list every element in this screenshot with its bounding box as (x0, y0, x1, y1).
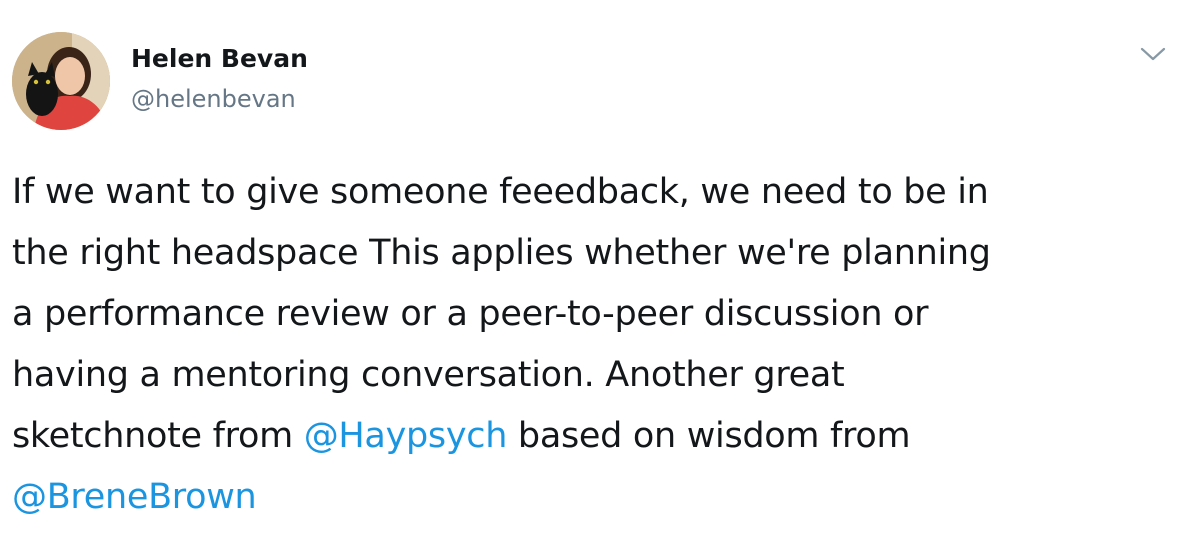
author-avatar[interactable] (12, 32, 110, 130)
tweet-text-line: having a mentoring conversation. Another… (12, 355, 845, 395)
tweet-card: Helen Bevan @helenbevan If we want to gi… (0, 0, 1183, 547)
tweet-text-line: @BreneBrown (12, 467, 1172, 528)
tweet-text-segment: based on wisdom from (507, 416, 911, 456)
mention-link-brenebrown[interactable]: @BreneBrown (12, 477, 257, 517)
chevron-down-icon (1140, 47, 1166, 61)
author-handle[interactable]: @helenbevan (131, 82, 296, 116)
tweet-menu-button[interactable] (1138, 42, 1168, 66)
avatar-photo-icon (12, 32, 110, 130)
tweet-text-line: sketchnote from @Haypsych based on wisdo… (12, 406, 1172, 467)
tweet-text: If we want to give someone feeedback, we… (12, 162, 1172, 528)
tweet-text-segment: sketchnote from (12, 416, 304, 456)
tweet-text-line: a performance review or a peer-to-peer d… (12, 294, 929, 334)
author-display-name[interactable]: Helen Bevan (131, 42, 308, 76)
tweet-text-line: If we want to give someone feeedback, we… (12, 172, 989, 212)
mention-link-haypsych[interactable]: @Haypsych (304, 416, 508, 456)
tweet-text-line: the right headspace This applies whether… (12, 233, 991, 273)
